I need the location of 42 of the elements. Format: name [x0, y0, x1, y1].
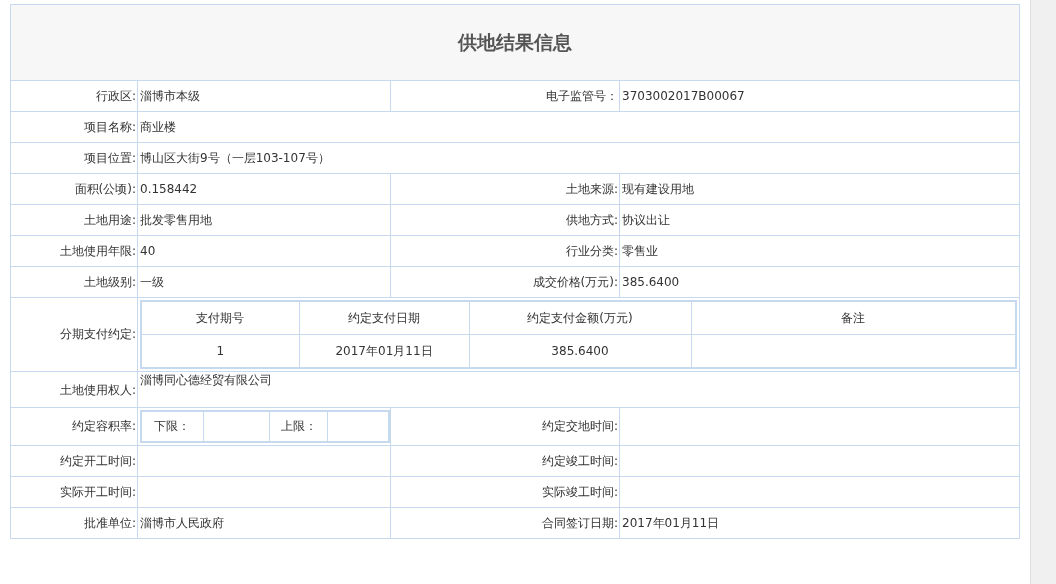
- scrollbar[interactable]: [1030, 0, 1056, 584]
- field-label: 项目位置:: [10, 142, 138, 174]
- field-value: 商业楼: [137, 111, 1020, 143]
- field-label: 合同签订日期:: [390, 507, 620, 539]
- field-label: 成交价格(万元):: [390, 266, 620, 298]
- field-value: 0.158442: [137, 173, 391, 205]
- field-label: 供地方式:: [390, 204, 620, 236]
- field-label: 行业分类:: [390, 235, 620, 267]
- field-value: 一级: [137, 266, 391, 298]
- field-value: 批发零售用地: [137, 204, 391, 236]
- field-value: 淄博市本级: [137, 80, 391, 112]
- field-value: 零售业: [619, 235, 1020, 267]
- field-label: 实际开工时间:: [10, 476, 138, 508]
- field-label: 土地使用权人:: [10, 371, 138, 408]
- field-value: 2017年01月11日: [619, 507, 1020, 539]
- field-label: 行政区:: [10, 80, 138, 112]
- field-label: 项目名称:: [10, 111, 138, 143]
- field-label: 电子监管号：: [390, 80, 620, 112]
- field-label: 约定开工时间:: [10, 445, 138, 477]
- column-header: 约定支付金额(万元): [469, 301, 691, 335]
- field-value: 3703002017B00067: [619, 80, 1020, 112]
- field-label: 土地使用年限:: [10, 235, 138, 267]
- page-title: 供地结果信息: [10, 4, 1020, 81]
- field-value: 40: [137, 235, 391, 267]
- field-label: 约定交地时间:: [390, 407, 620, 446]
- column-header: 约定支付日期: [299, 301, 469, 335]
- field-value: 淄博市人民政府: [137, 507, 391, 539]
- field-value: 现有建设用地: [619, 173, 1020, 205]
- field-label: 土地用途:: [10, 204, 138, 236]
- field-label: 批准单位:: [10, 507, 138, 539]
- field-label: 土地级别:: [10, 266, 138, 298]
- field-label: 约定竣工时间:: [390, 445, 620, 477]
- field-label: 分期支付约定:: [10, 297, 138, 372]
- field-label: 面积(公顷):: [10, 173, 138, 205]
- field-value: 博山区大街9号（一层103-107号）: [137, 142, 1020, 174]
- column-header: 支付期号: [141, 301, 299, 335]
- field-label: 实际竣工时间:: [390, 476, 620, 508]
- field-value: 协议出让: [619, 204, 1020, 236]
- field-value: 385.6400: [619, 266, 1020, 298]
- field-value: 淄博同心德经贸有限公司: [137, 371, 1020, 408]
- field-label: 约定容积率:: [10, 407, 138, 446]
- field-label: 土地来源:: [390, 173, 620, 205]
